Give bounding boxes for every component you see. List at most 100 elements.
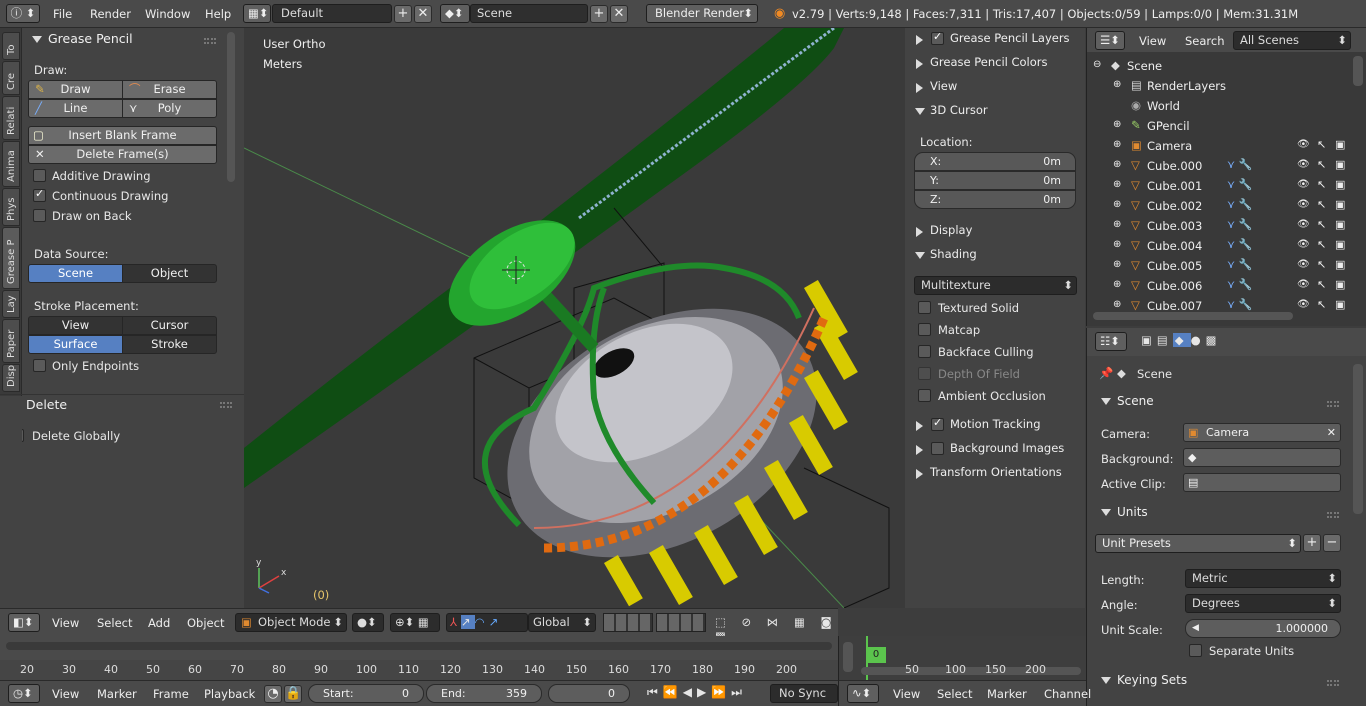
lock-icon[interactable]: 🔒 — [284, 685, 302, 703]
outliner-item-cube-004[interactable]: ⊕ ▽ Cube.004 👁 ↖ ▣ ⋎ 🔧 — [1087, 236, 1353, 256]
delete-frames-button[interactable]: ✕ Delete Frame(s) — [28, 145, 217, 164]
eye-icon[interactable]: 👁 — [1297, 199, 1310, 210]
menu-object[interactable]: Object — [187, 616, 224, 630]
tab-tools[interactable]: To — [2, 32, 20, 60]
render-camera-icon[interactable]: ▣ — [1335, 178, 1345, 191]
outliner-item-cube-002[interactable]: ⊕ ▽ Cube.002 👁 ↖ ▣ ⋎ 🔧 — [1087, 196, 1353, 216]
expand-icon[interactable]: ⊕ — [1113, 259, 1121, 270]
current-frame-field[interactable]: 0 — [548, 684, 630, 703]
menu-select[interactable]: Select — [97, 616, 132, 630]
placement-surface-button[interactable]: Surface — [28, 335, 123, 354]
outliner-item-cube-003[interactable]: ⊕ ▽ Cube.003 👁 ↖ ▣ ⋎ 🔧 — [1087, 216, 1353, 236]
camera-field[interactable]: ▣ Camera ✕ — [1183, 423, 1341, 442]
tab-animation[interactable]: Anima — [2, 141, 20, 187]
active-clip-field[interactable]: ▤ — [1183, 473, 1341, 492]
unit-presets-select[interactable]: Unit Presets ⬍ — [1095, 534, 1301, 553]
graph-vscroll[interactable] — [843, 642, 853, 672]
only-endpoints-checkbox[interactable] — [33, 359, 46, 372]
outliner-item-cube-001[interactable]: ⊕ ▽ Cube.001 👁 ↖ ▣ ⋎ 🔧 — [1087, 176, 1353, 196]
props-scrollbar[interactable] — [1353, 364, 1363, 514]
ao-checkbox[interactable] — [918, 389, 931, 402]
preview-range-icon[interactable]: ◔ — [264, 685, 282, 703]
eye-icon[interactable]: 👁 — [1297, 139, 1310, 150]
render-engine-select[interactable]: Blender Render ⬍ — [646, 4, 758, 23]
placement-view-button[interactable]: View — [28, 316, 123, 335]
cursor-select-icon[interactable]: ↖ — [1317, 298, 1326, 311]
unit-scale-field[interactable]: ◀ 1.000000 — [1185, 619, 1341, 638]
props-editor-type[interactable]: ☷⬍ — [1095, 332, 1127, 351]
render-camera-icon[interactable]: ▣ — [1335, 298, 1345, 311]
render-camera-icon[interactable]: ▣ — [1335, 258, 1345, 271]
eye-icon[interactable]: 👁 — [1297, 299, 1310, 310]
menu-marker[interactable]: Marker — [987, 687, 1027, 701]
editor-type-info-button[interactable]: ⓘ ⬍ — [6, 4, 40, 23]
drag-handle-icon[interactable] — [1327, 512, 1339, 518]
matcap-checkbox[interactable] — [918, 323, 931, 336]
tab-create[interactable]: Cre — [2, 61, 20, 95]
add-scene-icon[interactable]: + — [590, 5, 608, 23]
add-layout-icon[interactable]: + — [394, 5, 412, 23]
poly-button[interactable]: ⋎ Poly — [122, 99, 217, 118]
expand-icon[interactable]: ⊕ — [1113, 159, 1121, 170]
data-source-object-button[interactable]: Object — [122, 264, 217, 283]
angle-select[interactable]: Degrees ⬍ — [1185, 594, 1341, 613]
timeline[interactable]: 20 30 40 50 60 70 80 90 100 110 120 130 140 150 160 170… — [0, 636, 838, 680]
menu-window[interactable]: Window — [145, 7, 190, 21]
collapse-icon[interactable]: ⊖ — [1093, 59, 1101, 70]
cursor-select-icon[interactable]: ↖ — [1317, 158, 1326, 171]
screen-layout-field[interactable]: Default — [272, 4, 392, 23]
gp-colors-header[interactable]: Grease Pencil Colors — [909, 52, 1079, 74]
tab-layers[interactable]: Lay — [2, 290, 20, 318]
data-source-scene-button[interactable]: Scene — [28, 264, 123, 283]
render-camera-icon[interactable]: ▣ — [1335, 278, 1345, 291]
tab-grease-pencil[interactable]: Grease P — [2, 227, 20, 289]
expand-icon[interactable]: ⊕ — [1113, 79, 1121, 90]
outliner-item-world[interactable]: ◉ World — [1087, 96, 1353, 116]
render-camera-icon[interactable]: ▣ — [1335, 238, 1345, 251]
close-icon[interactable]: ✕ — [1327, 424, 1336, 441]
expand-icon[interactable]: ⊕ — [1113, 179, 1121, 190]
layers-grid-2[interactable] — [656, 613, 706, 632]
toolshelf-scrollbar[interactable] — [227, 32, 235, 182]
viewport-shading-select[interactable]: ●⬍ — [352, 613, 384, 632]
end-frame-field[interactable]: End: 359 — [426, 684, 542, 703]
timeline-editor-type[interactable]: ◷⬍ — [8, 684, 40, 703]
outliner-menu-search[interactable]: Search — [1185, 34, 1225, 48]
start-frame-field[interactable]: Start: 0 — [308, 684, 424, 703]
outliner-item-cube-007[interactable]: ⊕ ▽ Cube.007 👁 ↖ ▣ ⋎ 🔧 — [1087, 296, 1353, 316]
display-panel-header[interactable]: Display — [909, 220, 1079, 242]
eye-icon[interactable]: 👁 — [1297, 279, 1310, 290]
add-preset-icon[interactable]: + — [1303, 534, 1321, 552]
scene-panel-header[interactable]: Scene — [1101, 394, 1154, 408]
menu-view[interactable]: View — [52, 687, 79, 701]
expand-icon[interactable]: ⊕ — [1113, 219, 1121, 230]
viewport-editor-type[interactable]: ◧⬍ — [8, 613, 40, 632]
outliner-display-select[interactable]: All Scenes ⬍ — [1233, 31, 1351, 50]
props-context-tabs[interactable]: ▣▤ ◆ ●▩ — [1141, 333, 1222, 347]
orientation-select[interactable]: Global ⬍ — [528, 613, 596, 632]
additive-drawing-checkbox[interactable] — [33, 169, 46, 182]
menu-view[interactable]: View — [893, 687, 920, 701]
decrement-icon[interactable]: ◀ — [1192, 620, 1199, 637]
outliner-scrollbar[interactable] — [1353, 56, 1363, 86]
placement-stroke-button[interactable]: Stroke — [122, 335, 217, 354]
3d-cursor-panel-header[interactable]: 3D Cursor — [909, 100, 1079, 122]
outliner-item-renderlayers[interactable]: ⊕ ▤ RenderLayers — [1087, 76, 1353, 96]
expand-icon[interactable]: ⊕ — [1113, 239, 1121, 250]
pin-icon[interactable]: 📌 — [1099, 366, 1113, 380]
bg-images-header[interactable]: Background Images — [909, 438, 1079, 460]
menu-select[interactable]: Select — [937, 687, 972, 701]
continuous-drawing-checkbox[interactable] — [33, 187, 46, 202]
outliner-item-camera[interactable]: ⊕ ▣ Camera 👁 ↖ ▣ — [1087, 136, 1353, 156]
sync-select[interactable]: No Sync — [770, 684, 838, 703]
menu-help[interactable]: Help — [205, 7, 231, 21]
shading-mode-select[interactable]: Multitexture ⬍ — [914, 276, 1077, 295]
tab-paper[interactable]: Paper — [2, 319, 20, 363]
outliner-item-gpencil[interactable]: ⊕ ✎ GPencil — [1087, 116, 1353, 136]
drag-handle-icon[interactable] — [1327, 680, 1339, 686]
insert-blank-frame-button[interactable]: ▢ Insert Blank Frame — [28, 126, 217, 145]
cursor-select-icon[interactable]: ↖ — [1317, 198, 1326, 211]
scene-icon-button[interactable]: ◆⬍ — [440, 4, 470, 23]
layout-icon-button[interactable]: ▦⬍ — [243, 4, 271, 23]
manipulator-toggles[interactable]: ⅄↗◠↗ — [446, 613, 528, 632]
